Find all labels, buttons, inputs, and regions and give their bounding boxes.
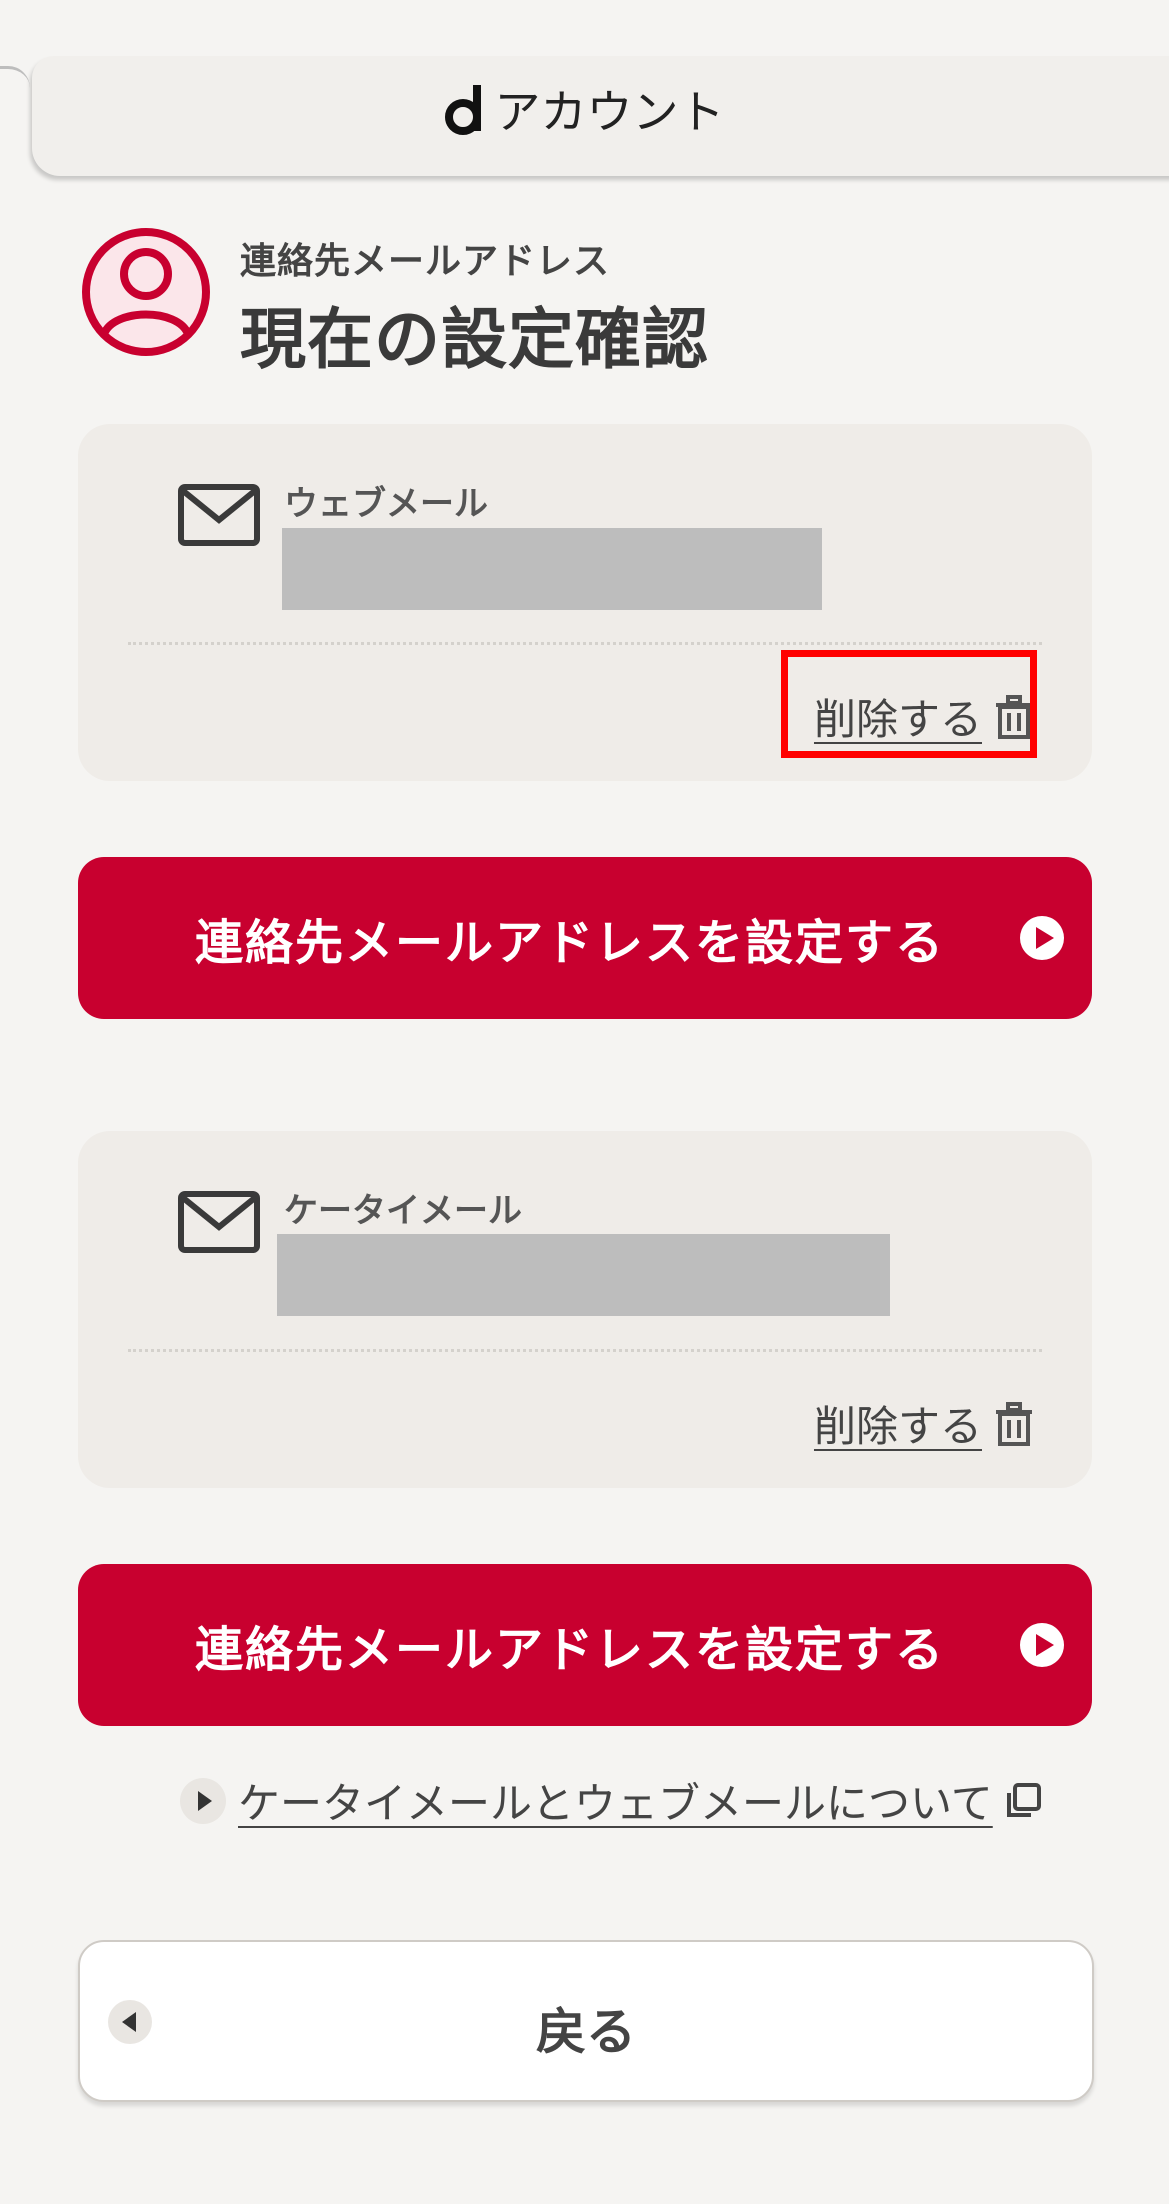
trash-icon bbox=[996, 694, 1032, 739]
page-title: 現在の設定確認 bbox=[240, 301, 709, 378]
mail-icon bbox=[178, 1191, 260, 1253]
d-logo-icon bbox=[444, 81, 485, 137]
set-contact-email-label: 連絡先メールアドレスを設定する bbox=[194, 1622, 945, 1678]
header-title: アカウント bbox=[0, 76, 1169, 142]
webmail-address-redacted bbox=[282, 528, 822, 610]
mobile-mail-address-redacted bbox=[277, 1234, 890, 1316]
mail-icon bbox=[178, 484, 260, 546]
delete-label: 削除する bbox=[813, 1402, 982, 1451]
play-small-icon bbox=[180, 1777, 226, 1824]
play-circle-icon bbox=[1020, 916, 1064, 960]
user-avatar-icon bbox=[82, 228, 210, 356]
back-button[interactable]: 戻る bbox=[78, 1940, 1094, 2102]
card-divider bbox=[128, 642, 1042, 645]
webmail-delete-button[interactable]: 削除する bbox=[814, 686, 1034, 747]
about-mail-link-text: ケータイメールとウェブメールについて bbox=[238, 1779, 993, 1828]
trash-icon bbox=[996, 1401, 1032, 1446]
delete-label: 削除する bbox=[813, 695, 982, 744]
mobile-mail-card: ケータイメール 削除する bbox=[78, 1131, 1092, 1488]
external-window-icon bbox=[1006, 1782, 1041, 1817]
play-circle-icon bbox=[1020, 1623, 1064, 1667]
back-label: 戻る bbox=[536, 2003, 636, 2061]
webmail-label: ウェブメール bbox=[284, 484, 488, 524]
set-contact-email-label: 連絡先メールアドレスを設定する bbox=[194, 915, 945, 971]
mobile-mail-delete-button[interactable]: 削除する bbox=[814, 1393, 1034, 1454]
about-mail-link[interactable]: ケータイメールとウェブメールについて bbox=[178, 1770, 1043, 1831]
set-contact-email-button-2[interactable]: 連絡先メールアドレスを設定する bbox=[78, 1564, 1092, 1726]
webmail-card: ウェブメール 削除する bbox=[78, 424, 1092, 781]
mobile-mail-label: ケータイメール bbox=[284, 1191, 522, 1231]
set-contact-email-button[interactable]: 連絡先メールアドレスを設定する bbox=[78, 857, 1092, 1019]
header-title-text: アカウント bbox=[494, 85, 725, 139]
card-divider bbox=[128, 1349, 1042, 1352]
page-subtitle: 連絡先メールアドレス bbox=[240, 241, 611, 282]
